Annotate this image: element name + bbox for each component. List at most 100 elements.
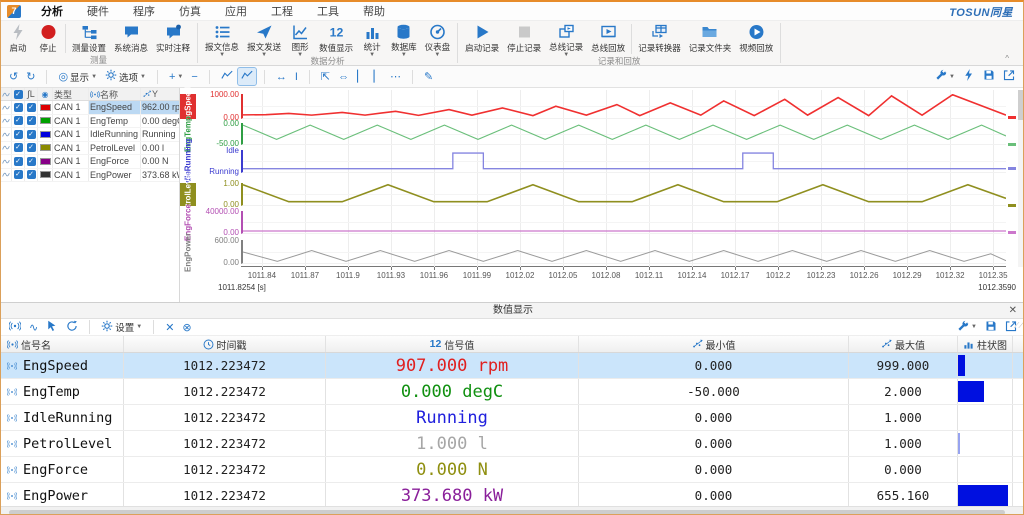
- numeric-tool-button[interactable]: ✕: [162, 320, 177, 335]
- ribbon-button[interactable]: 仪表盘 ▼: [421, 21, 455, 57]
- menu-tab[interactable]: 硬件: [75, 1, 121, 21]
- graphics-tool-button[interactable]: ⋯: [387, 69, 404, 84]
- ribbon-button[interactable]: 总线记录 ▼: [545, 21, 587, 57]
- header-min-value[interactable]: 最小值: [579, 336, 849, 352]
- graphics-tool-button[interactable]: [980, 68, 998, 85]
- ribbon-button[interactable]: 停止记录: [503, 21, 545, 57]
- x-tick: [950, 267, 951, 270]
- graphics-tool-button[interactable]: ⇔: [335, 70, 352, 84]
- graphics-tool-button[interactable]: I: [292, 70, 301, 84]
- header-bar-chart[interactable]: 柱状图: [958, 336, 1013, 352]
- ribbon-button[interactable]: 实时注释: [152, 21, 194, 56]
- ribbon-button[interactable]: 启动记录: [461, 21, 503, 57]
- ribbon-button[interactable]: 报文信息 ▼: [201, 21, 243, 57]
- graphics-tool-button[interactable]: [960, 68, 978, 85]
- graphics-tool-button[interactable]: + ▼: [166, 70, 186, 84]
- ribbon-group-divider: [197, 23, 198, 63]
- ribbon-button[interactable]: 统计 ▼: [357, 21, 387, 57]
- graphics-tool-button[interactable]: ◎ 显示 ▼: [55, 69, 100, 85]
- header-timestamp[interactable]: 时间戳: [124, 336, 326, 352]
- graphics-tool-button[interactable]: ▏: [354, 69, 368, 84]
- x-tick-label: 1012.35: [968, 271, 1018, 280]
- ribbon-button[interactable]: [65, 24, 66, 53]
- current-value-gutter: [1008, 90, 1017, 267]
- plot-canvas[interactable]: [241, 90, 1006, 267]
- numeric-tool-button[interactable]: [43, 319, 61, 336]
- graphics-tool-button[interactable]: [406, 69, 419, 85]
- graphics-tool-button[interactable]: [151, 69, 164, 85]
- graphics-tool-button[interactable]: ⇱: [318, 69, 333, 84]
- x-tick: [692, 267, 693, 270]
- header-signal-value[interactable]: 12信号值: [326, 336, 579, 352]
- menu-tab[interactable]: 程序: [121, 1, 167, 21]
- lane-label-EngForce[interactable]: EngForce: [180, 211, 196, 234]
- numeric-row[interactable]: EngSpeed 1012.223472 907.000 rpm 0.000 9…: [1, 353, 1024, 379]
- ribbon-button[interactable]: 12 数值显示: [315, 21, 357, 57]
- graphics-tool-button[interactable]: 选项 ▼: [102, 68, 149, 85]
- graphics-tool-button[interactable]: −: [188, 70, 200, 84]
- graphics-tool-button[interactable]: [40, 69, 53, 85]
- numeric-tool-button[interactable]: ⊗: [179, 320, 194, 335]
- menu-tab[interactable]: 应用: [213, 1, 259, 21]
- graphics-tool-button[interactable]: [203, 69, 216, 85]
- ribbon-button[interactable]: 记录转换器: [634, 21, 685, 57]
- ribbon-button[interactable]: 停止: [33, 21, 63, 56]
- numeric-tool-button[interactable]: [147, 319, 160, 335]
- lane-label-PetrolLevel[interactable]: PetrolLevel: [180, 183, 196, 206]
- numeric-tool-button[interactable]: [982, 319, 1000, 336]
- ribbon-button[interactable]: 数据库 ▼: [387, 21, 421, 57]
- ribbon-button[interactable]: 总线回放: [587, 21, 629, 57]
- numeric-tool-button[interactable]: ▼: [954, 319, 980, 336]
- ribbon-button[interactable]: [631, 24, 632, 54]
- ribbon-collapse-icon[interactable]: ^: [1005, 54, 1009, 63]
- ribbon-button[interactable]: 图形 ▼: [285, 21, 315, 57]
- header-max-value[interactable]: 最大值: [849, 336, 958, 352]
- ribbon-button[interactable]: 视频回放: [735, 21, 777, 57]
- horizontal-scrollbar[interactable]: [9, 510, 1005, 515]
- graphics-tool-button[interactable]: [218, 68, 236, 85]
- graphics-tool-button[interactable]: [1000, 68, 1018, 85]
- toolbar-icon: [9, 320, 21, 335]
- cursor-time-right: 1012.3590: [956, 283, 1016, 292]
- graphics-tool-button[interactable]: ↻: [23, 69, 38, 84]
- menu-tab[interactable]: 仿真: [167, 1, 213, 21]
- close-icon[interactable]: ✕: [1009, 303, 1017, 319]
- graphics-tool-button[interactable]: ✎: [421, 69, 436, 84]
- ribbon-button[interactable]: 测量设置: [68, 21, 110, 56]
- numeric-row[interactable]: PetrolLevel 1012.223472 1.000 l 0.000 1.…: [1, 431, 1024, 457]
- lane-label-IdleRunning[interactable]: IdleRunning: [180, 150, 196, 173]
- numeric-tool-button[interactable]: [63, 319, 81, 336]
- menu-tab[interactable]: 分析: [29, 1, 75, 21]
- graphics-tool-button[interactable]: ▏: [371, 69, 385, 84]
- ribbon-button[interactable]: 系统消息: [110, 21, 152, 56]
- menu-tab[interactable]: 工具: [305, 1, 351, 21]
- toolbar-icon: ▏: [357, 70, 365, 83]
- numeric-row[interactable]: EngForce 1012.223472 0.000 N 0.000 0.000: [1, 457, 1024, 483]
- numeric-panel-title: 数值显示: [493, 305, 533, 316]
- graphics-tool-button[interactable]: ↔: [273, 70, 290, 84]
- numeric-tool-button[interactable]: [6, 319, 24, 336]
- numeric-tool-button[interactable]: [83, 319, 96, 335]
- resize-grip[interactable]: ⟋⟋: [1014, 321, 1023, 331]
- graphics-tool-button[interactable]: [238, 68, 256, 85]
- graphics-tool-button[interactable]: ▼: [932, 68, 958, 85]
- x-tick: [563, 267, 564, 270]
- signal-icon: [7, 465, 20, 475]
- graphics-tool-button[interactable]: [303, 69, 316, 85]
- graphics-tool-button[interactable]: [258, 69, 271, 85]
- numeric-tool-button[interactable]: ∿: [26, 320, 41, 335]
- ribbon-button[interactable]: 记录文件夹: [685, 21, 736, 57]
- header-signal-name[interactable]: 信号名: [1, 336, 124, 352]
- plot-scrollbar[interactable]: [1018, 90, 1023, 267]
- lane-scale-top: Idle: [195, 146, 239, 155]
- graphics-tool-button[interactable]: ↺: [6, 69, 21, 84]
- numeric-row[interactable]: EngTemp 1012.223472 0.000 degC -50.000 2…: [1, 379, 1024, 405]
- numeric-tool-button[interactable]: 设置 ▼: [98, 319, 145, 336]
- menu-tab[interactable]: 工程: [259, 1, 305, 21]
- lane-label-EngPower[interactable]: EngPower: [180, 240, 196, 264]
- row-min-value: 0.000: [579, 353, 849, 378]
- menu-tab[interactable]: 帮助: [351, 1, 397, 21]
- ribbon-button[interactable]: 启动: [3, 21, 33, 56]
- numeric-row[interactable]: IdleRunning 1012.223472 Running 0.000 1.…: [1, 405, 1024, 431]
- ribbon-button[interactable]: 报文发送 ▼: [243, 21, 285, 57]
